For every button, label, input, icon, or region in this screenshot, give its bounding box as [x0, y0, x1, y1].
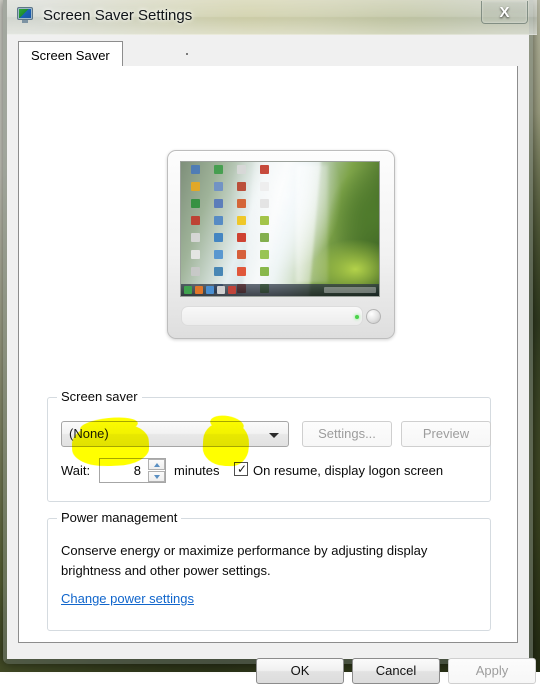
- tabstrip-dot-artifact: [186, 53, 188, 55]
- desktop-icon: [214, 199, 223, 208]
- desktop-icon: [237, 216, 246, 225]
- stepper-down-button[interactable]: [148, 471, 165, 482]
- monitor-preview: [167, 150, 395, 339]
- chevron-down-icon: [153, 474, 160, 479]
- dialog-client-area: Screen Saver Screen saver Settings... Pr…: [7, 35, 536, 684]
- chevron-up-icon: [153, 462, 160, 467]
- chevron-down-icon: [269, 433, 279, 438]
- desktop-icon: [237, 233, 246, 242]
- minutes-label: minutes: [174, 463, 220, 478]
- desktop-icon: [260, 250, 269, 259]
- desktop-icon: [191, 233, 200, 242]
- taskbar-icon: [206, 286, 214, 294]
- change-power-settings-link[interactable]: Change power settings: [61, 591, 194, 606]
- taskbar-icon: [228, 286, 236, 294]
- close-icon: X: [499, 3, 510, 21]
- taskbar-icon: [217, 286, 225, 294]
- desktop-icon: [214, 233, 223, 242]
- power-management-group-title: Power management: [57, 510, 182, 525]
- desktop-icon: [191, 267, 200, 276]
- system-tray-preview: [324, 287, 376, 293]
- desktop-icon: [260, 182, 269, 191]
- desktop-icon: [260, 216, 269, 225]
- monitor-bezel-strip: [181, 306, 363, 326]
- preview-button[interactable]: Preview: [401, 421, 491, 447]
- tab-screen-saver[interactable]: Screen Saver: [18, 41, 123, 67]
- desktop-icon: [214, 165, 223, 174]
- power-led-icon: [355, 315, 359, 319]
- desktop-icon: [191, 250, 200, 259]
- desktop-icon: [191, 199, 200, 208]
- desktop-icon: [260, 165, 269, 174]
- desktop-icon: [214, 216, 223, 225]
- power-management-description: Conserve energy or maximize performance …: [61, 543, 428, 578]
- desktop-icon: [237, 250, 246, 259]
- wait-label: Wait:: [61, 463, 91, 478]
- window-titlebar[interactable]: Screen Saver Settings X: [7, 0, 537, 35]
- titlebar-content: Screen Saver Settings: [16, 7, 192, 24]
- apply-button[interactable]: Apply: [448, 658, 536, 684]
- window-title: Screen Saver Settings: [43, 7, 193, 24]
- monitor-screen-preview: [180, 161, 380, 297]
- ok-button[interactable]: OK: [256, 658, 344, 684]
- taskbar-icon: [184, 286, 192, 294]
- taskbar-preview: [181, 284, 379, 296]
- desktop-icon: [237, 267, 246, 276]
- desktop-icon: [191, 182, 200, 191]
- desktop-icon: [260, 199, 269, 208]
- stepper-up-button[interactable]: [148, 459, 165, 470]
- screen-saver-group-title: Screen saver: [57, 389, 142, 404]
- desktop-icon: [191, 165, 200, 174]
- tabstrip: Screen Saver: [18, 41, 518, 68]
- waterfall-shape-secondary: [295, 164, 328, 283]
- desktop-icon: [191, 216, 200, 225]
- desktop-icon: [237, 165, 246, 174]
- taskbar-icon: [195, 286, 203, 294]
- monitor-icon: [16, 7, 35, 24]
- desktop-icon: [260, 267, 269, 276]
- power-management-groupbox: Power management Conserve energy or maxi…: [47, 510, 491, 631]
- desktop-icon: [214, 250, 223, 259]
- on-resume-logon-label[interactable]: On resume, display logon screen: [253, 461, 443, 481]
- desktop-icon: [214, 182, 223, 191]
- desktop-icon: [237, 182, 246, 191]
- tab-panel-screen-saver: Screen saver (None) Settings... Preview …: [18, 66, 518, 643]
- screen-saver-settings-window: Screen Saver Settings X Screen Saver Scr…: [3, 0, 537, 684]
- desktop-icons: [184, 164, 276, 293]
- desktop-icon: [237, 199, 246, 208]
- settings-button[interactable]: Settings...: [302, 421, 392, 447]
- desktop-icon: [260, 233, 269, 242]
- cancel-button[interactable]: Cancel: [352, 658, 440, 684]
- close-button[interactable]: X: [481, 1, 528, 24]
- monitor-power-button-icon: [366, 309, 381, 324]
- desktop-icon: [214, 267, 223, 276]
